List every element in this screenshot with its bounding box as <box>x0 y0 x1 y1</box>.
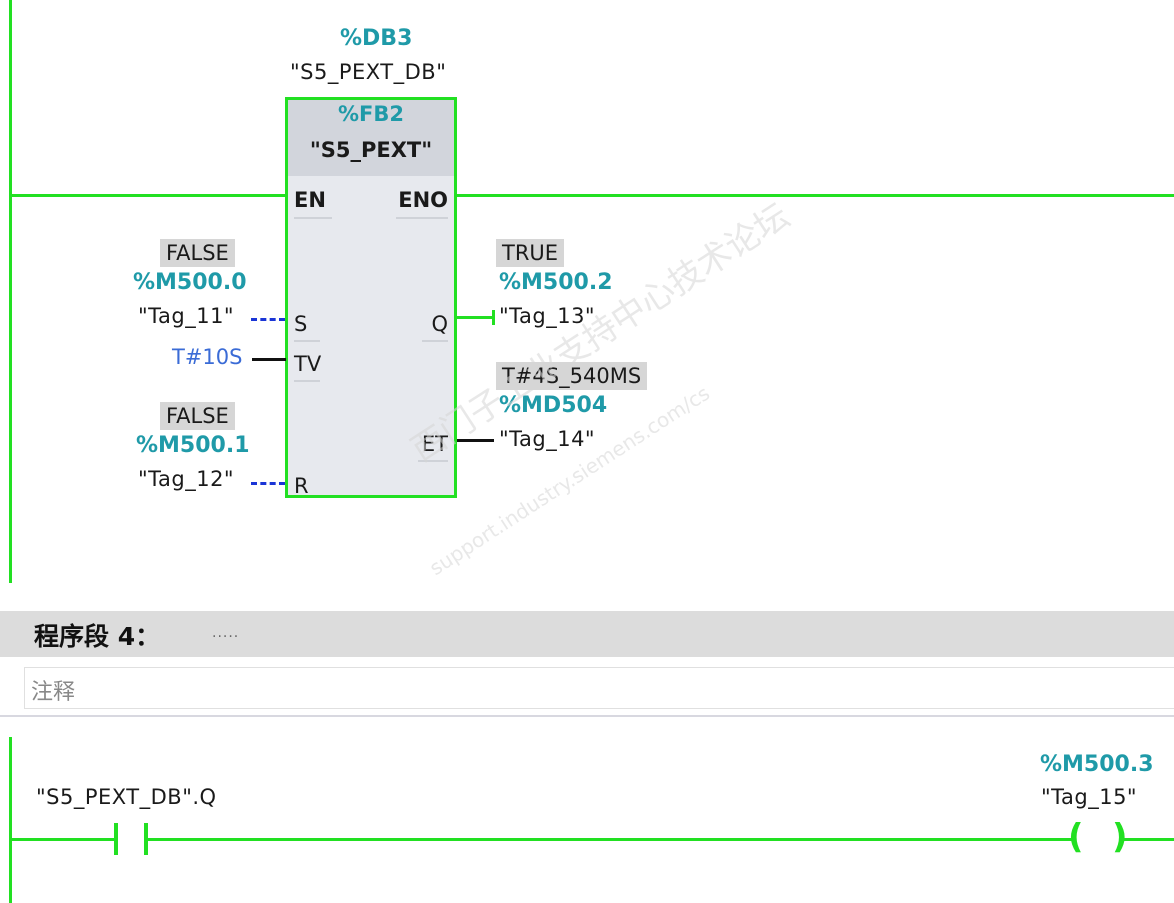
function-block-header: %FB2 "S5_PEXT" <box>288 100 454 176</box>
pin-en[interactable]: EN <box>294 188 326 212</box>
block-type-label: %FB2 <box>337 102 404 126</box>
s-input-tag[interactable]: "Tag_11" <box>138 304 234 328</box>
pin-q-underline <box>422 340 448 342</box>
pin-eno[interactable]: ENO <box>398 188 448 212</box>
contact-operand[interactable]: "S5_PEXT_DB".Q <box>36 785 217 809</box>
rung-segment-left <box>9 838 116 841</box>
coil-right-paren[interactable]: ) <box>1112 817 1128 857</box>
tv-input-constant[interactable]: T#10S <box>172 345 242 369</box>
pin-tv-underline <box>294 380 320 382</box>
instance-db-name[interactable]: "S5_PEXT_DB" <box>290 60 446 84</box>
pin-s-underline <box>294 340 320 342</box>
eno-energy-line <box>456 194 1174 197</box>
forum-watermark: 西门子工业支持中心技术论坛 <box>404 195 797 471</box>
instance-db-address[interactable]: %DB3 <box>340 26 412 51</box>
s-input-value: FALSE <box>160 239 235 267</box>
q-output-value: TRUE <box>496 239 565 267</box>
network-4-comment-placeholder: 注释 <box>31 680 76 705</box>
network-4-title: 程序段 4： <box>34 622 161 651</box>
network-4-header[interactable]: 程序段 4： ..... <box>0 611 1174 657</box>
block-name-label: "S5_PEXT" <box>309 138 433 162</box>
pin-r[interactable]: R <box>294 474 309 498</box>
contact-left-bar[interactable] <box>114 823 118 855</box>
pin-en-underline <box>294 217 332 219</box>
q-output-wire-end <box>492 310 495 325</box>
pin-tv[interactable]: TV <box>294 352 321 376</box>
r-input-value: FALSE <box>160 402 235 430</box>
r-input-tag[interactable]: "Tag_12" <box>138 467 234 491</box>
en-energy-line <box>9 194 287 197</box>
coil-left-paren[interactable]: ( <box>1068 817 1084 857</box>
r-input-wire <box>251 482 285 488</box>
r-input-address[interactable]: %M500.1 <box>136 433 250 458</box>
network-4-left-power-rail <box>9 737 12 903</box>
pin-q[interactable]: Q <box>431 312 448 336</box>
q-output-wire <box>457 316 494 319</box>
network-separator <box>0 715 1174 717</box>
coil-tag[interactable]: "Tag_15" <box>1041 785 1137 809</box>
tv-input-wire <box>252 358 286 361</box>
q-output-address[interactable]: %M500.2 <box>499 270 613 295</box>
rung-segment-middle <box>147 838 1075 841</box>
left-power-rail <box>9 0 12 583</box>
coil-address[interactable]: %M500.3 <box>1040 752 1154 777</box>
et-output-tag[interactable]: "Tag_14" <box>499 427 595 451</box>
pin-eno-underline <box>396 217 448 219</box>
s-input-wire <box>251 318 285 324</box>
pin-s[interactable]: S <box>294 312 307 336</box>
s-input-address[interactable]: %M500.0 <box>133 270 247 295</box>
rung-segment-right <box>1124 838 1174 841</box>
network-4-title-placeholder[interactable]: ..... <box>212 625 239 641</box>
network-4-comment-field[interactable]: 注释 <box>24 667 1174 709</box>
